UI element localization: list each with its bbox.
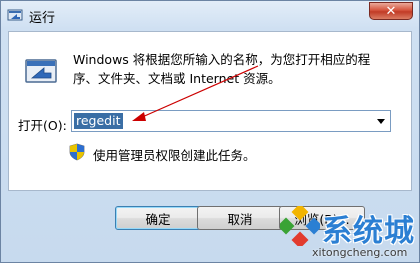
window-title: 运行	[29, 11, 56, 26]
watermark-logo-icon	[280, 206, 320, 246]
run-app-icon	[7, 9, 23, 21]
watermark-brand: 系统城	[322, 214, 415, 249]
close-icon: ✕	[385, 3, 397, 19]
open-label: 打开(O):	[18, 118, 67, 133]
admin-privilege-note: 使用管理员权限创建此任务。	[93, 148, 256, 163]
dropdown-arrow-icon[interactable]	[372, 111, 390, 131]
open-input-value[interactable]: regedit	[74, 113, 123, 129]
open-combobox[interactable]: regedit	[71, 110, 391, 132]
run-program-icon	[25, 59, 57, 83]
dialog-description: Windows 将根据您所输入的名称，为您打开相应的程序、文件夹、文档或 Int…	[73, 52, 371, 86]
watermark: 系统城 xitongcheng.com	[262, 198, 420, 263]
admin-shield-icon	[69, 143, 85, 161]
close-button[interactable]: ✕	[369, 2, 413, 20]
ok-button[interactable]: 确定	[115, 206, 201, 230]
dialog-body: Windows 将根据您所输入的名称，为您打开相应的程序、文件夹、文档或 Int…	[8, 31, 412, 191]
title-bar[interactable]: 运行 ✕	[1, 1, 419, 31]
watermark-url: xitongcheng.com	[312, 246, 408, 259]
